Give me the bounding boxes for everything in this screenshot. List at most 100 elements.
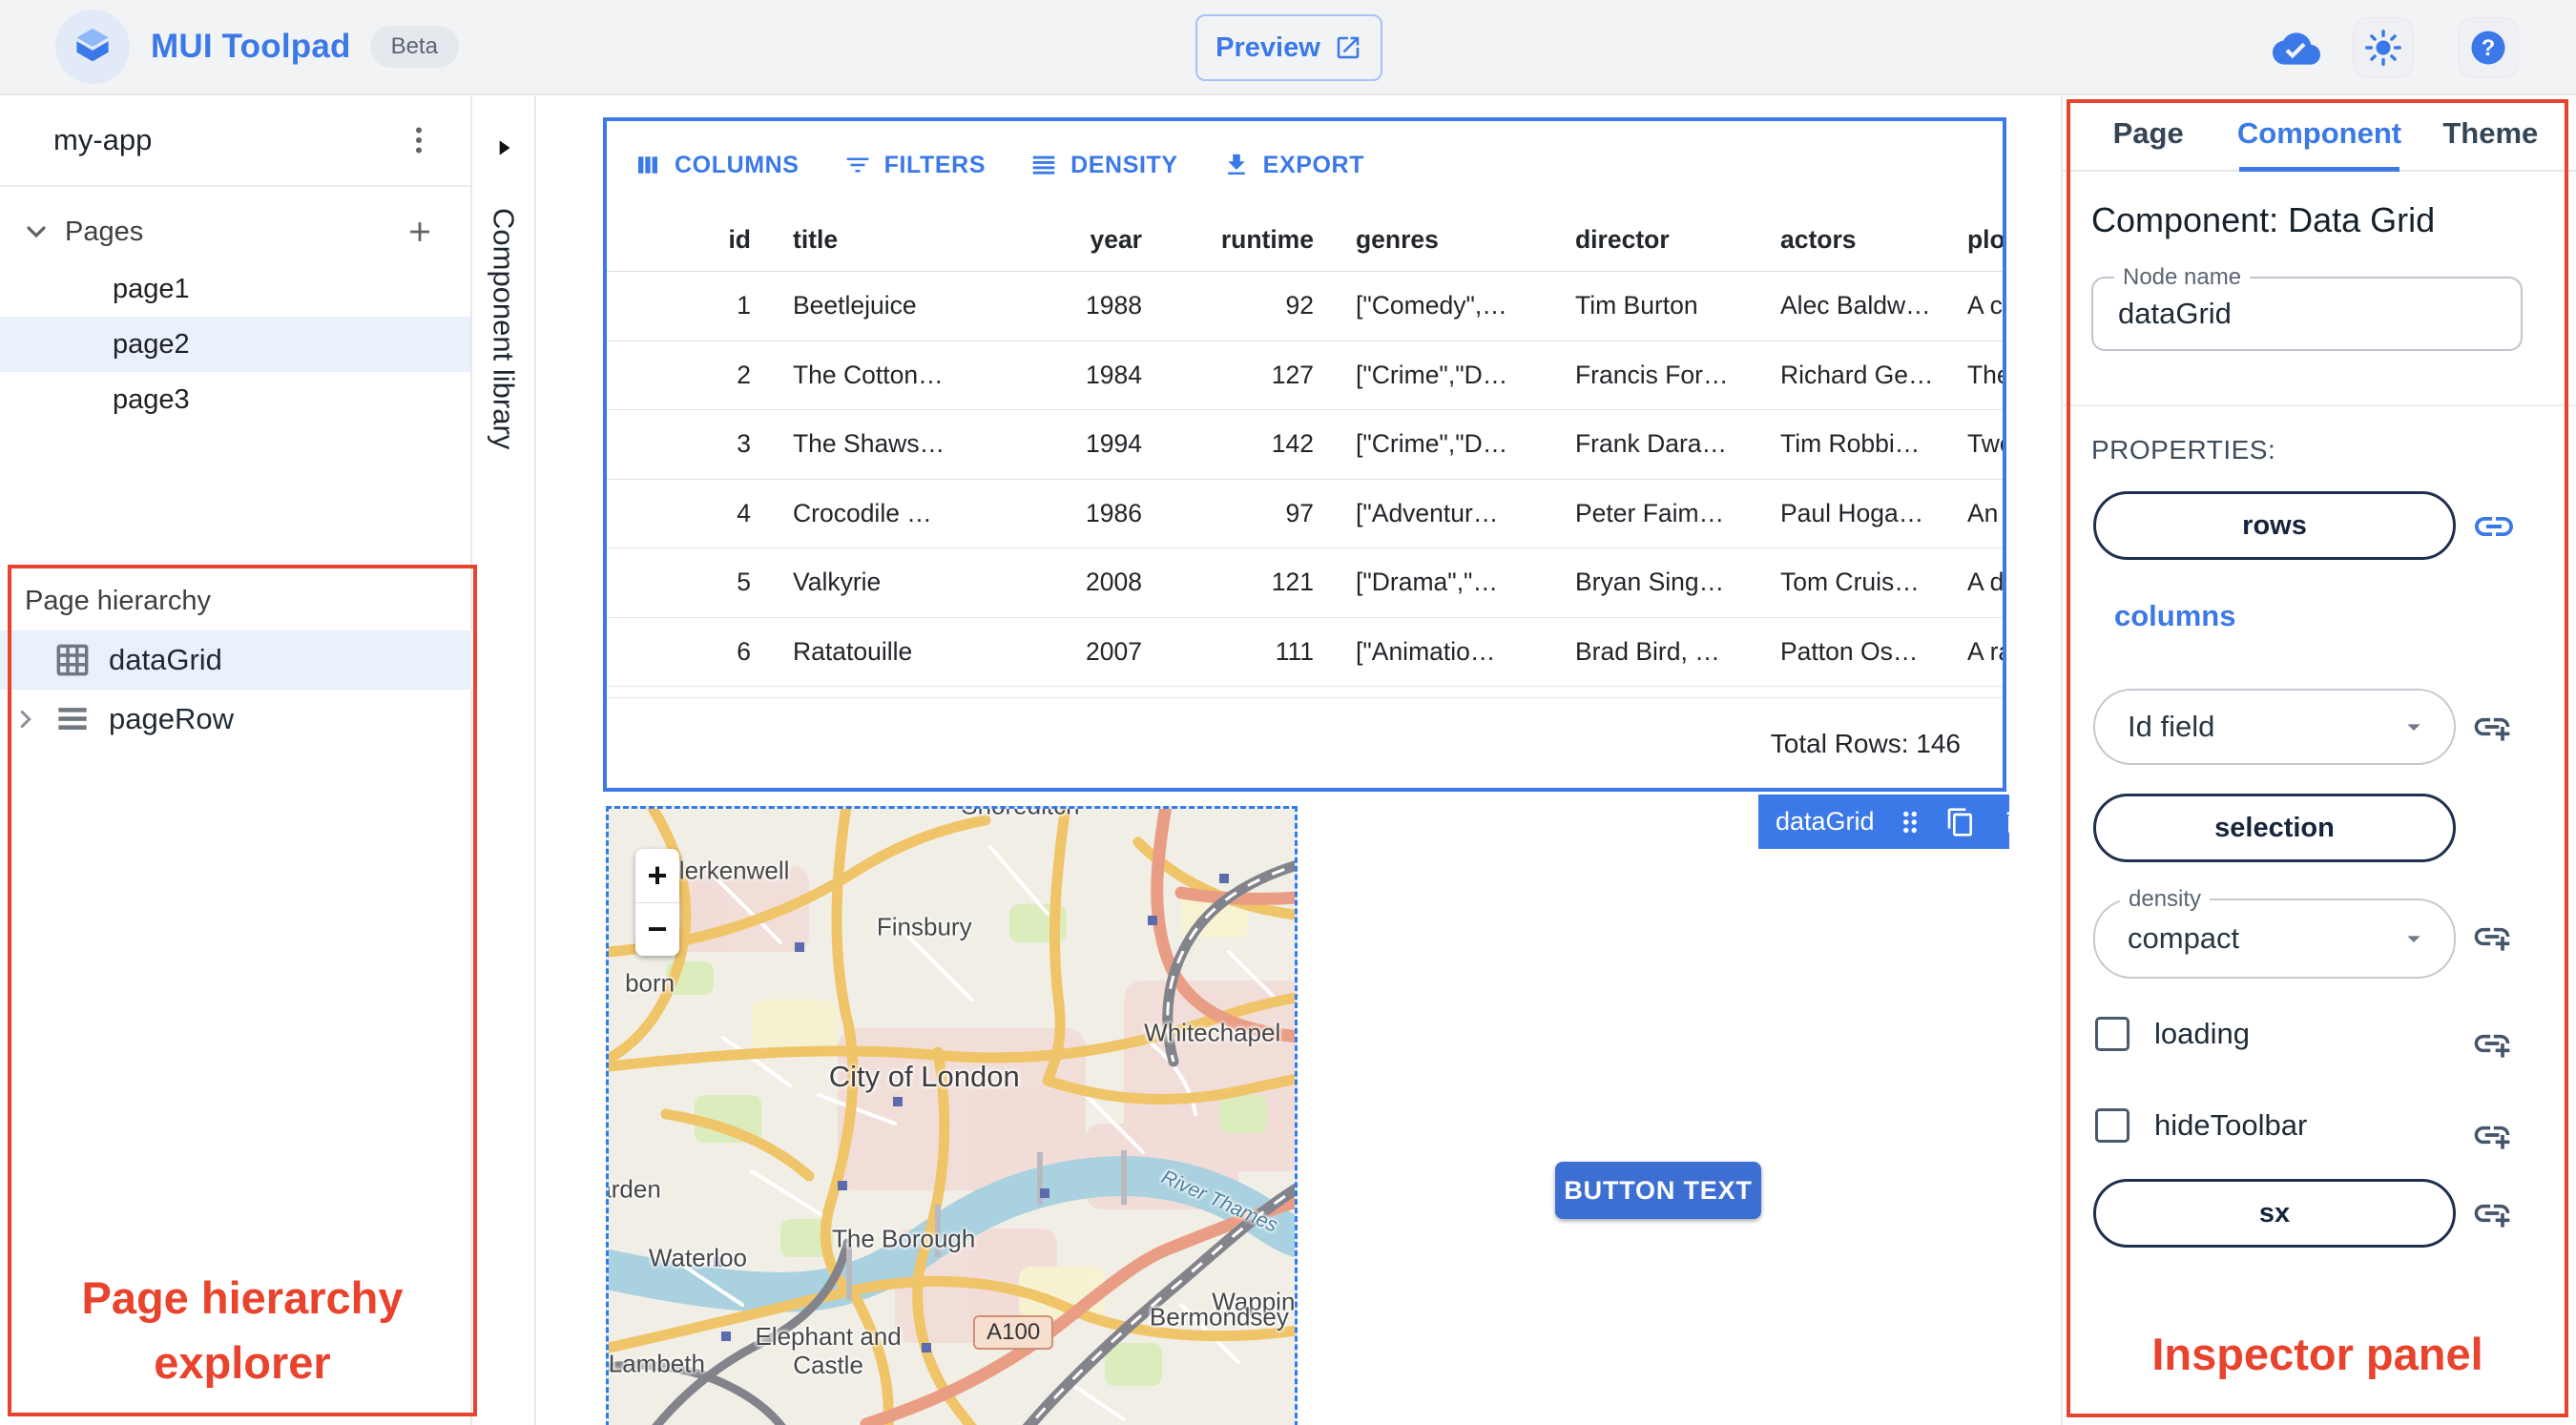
filter-icon: [843, 151, 872, 179]
component-library-strip[interactable]: Component library: [472, 95, 536, 1425]
help-button[interactable]: [2458, 17, 2519, 78]
density-value: compact: [2128, 921, 2240, 955]
cell-plot: Two: [1967, 429, 2003, 459]
table-row[interactable]: 4 Crocodile … 1986 97 ["Adventur… Peter Faim……: [607, 480, 2003, 548]
node-name-input[interactable]: [2118, 279, 2490, 349]
preview-label: Preview: [1215, 31, 1320, 63]
caret-down-icon: [2399, 712, 2429, 742]
project-name: my-app: [53, 123, 153, 156]
cell-genres: ["Animatio…: [1356, 636, 1496, 666]
node-name-field: Node name: [2091, 264, 2523, 351]
tab-page[interactable]: Page: [2063, 97, 2233, 170]
more-vert-icon[interactable]: [402, 123, 436, 157]
loading-checkbox[interactable]: [2095, 1017, 2129, 1051]
toolbar-export-button[interactable]: EXPORT: [1222, 151, 1364, 179]
density-select[interactable]: density compact: [2093, 886, 2456, 979]
column-header-director[interactable]: director: [1554, 209, 1759, 271]
toolbar-columns-button[interactable]: COLUMNS: [634, 151, 800, 179]
canvas-button-component[interactable]: BUTTON TEXT: [1555, 1162, 1761, 1219]
column-header-plot[interactable]: plot: [1946, 209, 2003, 271]
loading-label: loading: [2154, 1017, 2250, 1050]
sidebar-item-page1[interactable]: page1: [0, 261, 470, 317]
table-row[interactable]: 6 Ratatouille 2007 111 ["Animatio… Brad Bird,…: [607, 618, 2003, 687]
drag-handle-icon[interactable]: [1894, 806, 1926, 838]
sx-property-button[interactable]: sx: [2093, 1179, 2456, 1248]
app-title: MUI Toolpad: [151, 28, 351, 65]
cell-id: 4: [737, 498, 751, 527]
cell-actors: Paul Hoga…: [1780, 498, 1924, 527]
datagrid-component[interactable]: COLUMNS FILTERS DENSITY EXPORT id title year r…: [603, 117, 2006, 792]
columns-property-link[interactable]: columns: [2114, 599, 2235, 633]
sx-add-binding-icon[interactable]: [2471, 1192, 2513, 1234]
table-row[interactable]: 3 The Shaws… 1994 142 ["Crime","D… Frank Dara…: [607, 410, 2003, 480]
add-page-icon[interactable]: [404, 216, 436, 248]
grid-icon: [52, 639, 93, 681]
table-row[interactable]: 5 Valkyrie 2008 121 ["Drama","… Bryan Sing… To…: [607, 548, 2003, 618]
column-header-year[interactable]: year: [1068, 209, 1163, 271]
map-zoom-in-button[interactable]: +: [635, 849, 679, 903]
preview-button[interactable]: Preview: [1195, 14, 1382, 81]
expand-panel-icon[interactable]: [491, 135, 516, 160]
cell-year: 1984: [1086, 360, 1142, 389]
rows-binding-link-icon[interactable]: [2471, 504, 2517, 549]
chevron-right-icon[interactable]: [0, 705, 52, 733]
cell-year: 1986: [1086, 498, 1142, 527]
cell-director: Brad Bird, …: [1575, 636, 1720, 666]
cell-title: Beetlejuice: [793, 291, 917, 320]
table-row[interactable]: 1 Beetlejuice 1988 92 ["Comedy",… Tim Burton A…: [607, 272, 2003, 341]
cell-genres: ["Adventur…: [1356, 498, 1499, 527]
hidetoolbar-checkbox[interactable]: [2095, 1108, 2129, 1143]
hierarchy-item-label: pageRow: [109, 702, 234, 735]
map-image: [609, 809, 1295, 1425]
duplicate-icon[interactable]: [1945, 807, 1976, 837]
selection-chip-label: dataGrid: [1776, 807, 1875, 836]
density-add-binding-icon[interactable]: [2471, 916, 2513, 958]
cell-runtime: 121: [1271, 568, 1314, 597]
loading-add-binding-icon[interactable]: [2471, 1022, 2513, 1064]
map-zoom-out-button[interactable]: −: [635, 902, 679, 956]
toolbar-density-button[interactable]: DENSITY: [1029, 151, 1178, 179]
pages-list: page1 page2 page3: [0, 261, 470, 427]
map-component[interactable]: ShoreditchClerkenwellFinsburybornWhitech…: [606, 806, 1298, 1425]
cell-year: 2007: [1086, 636, 1142, 666]
cell-id: 6: [737, 636, 751, 666]
hierarchy-item-label: dataGrid: [109, 643, 222, 676]
cell-title: The Shaws…: [793, 429, 945, 459]
theme-brightness-button[interactable]: [2353, 17, 2414, 78]
cell-runtime: 142: [1271, 429, 1314, 459]
cell-plot: A dr: [1967, 568, 2003, 597]
mui-toolpad-logo: [55, 10, 130, 84]
cell-year: 1988: [1086, 291, 1142, 320]
column-header-genres[interactable]: genres: [1335, 209, 1554, 271]
selection-property-button[interactable]: selection: [2093, 794, 2456, 862]
tab-theme[interactable]: Theme: [2405, 97, 2576, 170]
idfield-add-binding-icon[interactable]: [2471, 706, 2513, 748]
rows-property-button[interactable]: rows: [2093, 491, 2456, 560]
id-field-select[interactable]: Id field: [2093, 689, 2456, 765]
id-field-value: Id field: [2128, 710, 2215, 743]
sidebar-item-page2[interactable]: page2: [0, 317, 470, 372]
cell-actors: Patton Os…: [1780, 636, 1919, 666]
cloud-sync-icon[interactable]: [2273, 25, 2320, 72]
hidetoolbar-add-binding-icon[interactable]: [2471, 1114, 2513, 1156]
cell-title: Crocodile …: [793, 498, 932, 527]
toolbar-filters-button[interactable]: FILTERS: [843, 151, 987, 179]
chevron-down-icon[interactable]: [21, 217, 52, 247]
tab-component[interactable]: Component: [2233, 97, 2404, 172]
sidebar-item-page3[interactable]: page3: [0, 372, 470, 427]
column-header-actors[interactable]: actors: [1759, 209, 1946, 271]
column-header-title[interactable]: title: [772, 209, 1068, 271]
column-header-id[interactable]: id: [607, 209, 772, 271]
cell-title: The Cotton…: [793, 360, 944, 389]
table-row[interactable]: 2 The Cotton… 1984 127 ["Crime","D… Francis F…: [607, 341, 2003, 410]
columns-icon: [634, 151, 662, 179]
loading-property-row: loading: [2095, 1017, 2250, 1051]
grid-footer: Total Rows: 146: [607, 697, 2003, 788]
cell-runtime: 111: [1275, 636, 1314, 666]
cell-actors: Tom Cruis…: [1780, 568, 1920, 597]
hierarchy-item-pagerow[interactable]: pageRow: [0, 690, 472, 749]
hierarchy-item-datagrid[interactable]: dataGrid: [0, 630, 472, 690]
delete-icon[interactable]: [2001, 807, 2031, 837]
column-header-runtime[interactable]: runtime: [1163, 209, 1335, 271]
cell-runtime: 97: [1285, 498, 1314, 527]
